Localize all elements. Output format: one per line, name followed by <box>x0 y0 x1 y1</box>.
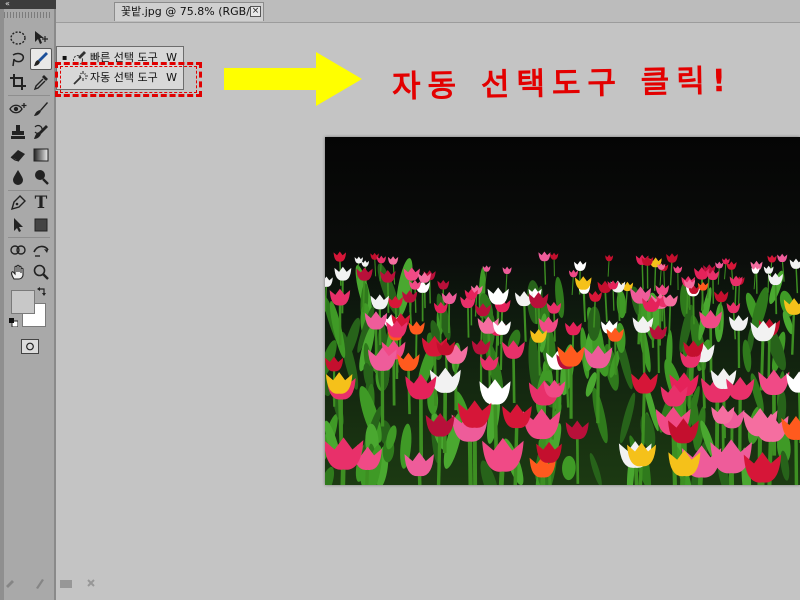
brush-icon[interactable] <box>30 98 52 120</box>
tools-panel-header[interactable]: « <box>0 0 56 9</box>
type-glyph: T <box>34 193 48 213</box>
document-tab[interactable]: 꽃밭.jpg @ 75.8% (RGB/8) × <box>114 2 264 21</box>
spot-healing-icon[interactable] <box>7 98 29 120</box>
3d-orbit-icon[interactable] <box>30 239 52 261</box>
faded-panel-icons <box>6 579 95 589</box>
blur-icon[interactable] <box>7 166 29 188</box>
flyout-item-shortcut: W <box>166 51 177 64</box>
foreground-color-swatch[interactable] <box>11 290 35 314</box>
document-tab-bar: 꽃밭.jpg @ 75.8% (RGB/8) × <box>56 0 800 23</box>
quick-selection-icon <box>73 51 86 65</box>
dodge-icon[interactable] <box>30 166 52 188</box>
yellow-arrow-icon <box>224 52 362 106</box>
annotation-callout-text: 자동 선택도구 클릭! <box>391 63 734 105</box>
gradient-icon[interactable] <box>30 144 52 166</box>
quick-selection-brush-icon[interactable] <box>30 48 52 70</box>
document-tab-title: 꽃밭.jpg @ 75.8% (RGB/8) <box>121 5 262 18</box>
move-icon[interactable] <box>30 27 52 49</box>
panel-edge <box>0 9 4 600</box>
magic-wand-icon <box>73 71 88 85</box>
flyout-item-label: 자동 선택 도구 <box>90 71 158 84</box>
tools-panel: « T <box>0 0 95 600</box>
history-brush-icon[interactable] <box>30 121 52 143</box>
canvas-image[interactable] <box>325 137 800 485</box>
swap-colors-icon[interactable] <box>37 287 47 297</box>
current-tool-bullet: ▪ <box>62 53 68 62</box>
3d-rotate-icon[interactable] <box>7 239 29 261</box>
hand-icon[interactable] <box>7 261 29 283</box>
tool-divider <box>8 190 50 191</box>
clone-stamp-icon[interactable] <box>7 121 29 143</box>
panel-edge-right <box>54 9 56 600</box>
quick-mask-icon[interactable] <box>21 339 39 354</box>
flyout-item-quick-selection[interactable]: ▪ 빠른 선택 도구 W <box>57 48 183 68</box>
flyout-item-magic-wand[interactable]: 자동 선택 도구 W <box>57 68 183 88</box>
tool-divider <box>8 95 50 96</box>
close-tab-button[interactable]: × <box>250 6 261 17</box>
tool-divider <box>8 237 50 238</box>
type-icon[interactable]: T <box>30 192 52 214</box>
panel-grip[interactable] <box>4 12 52 18</box>
eraser-icon[interactable] <box>7 144 29 166</box>
eyedropper-icon[interactable] <box>30 71 52 93</box>
rectangle-shape-icon[interactable] <box>30 214 52 236</box>
flyout-item-shortcut: W <box>166 71 177 84</box>
selection-tool-flyout: ▪ 빠른 선택 도구 W 자동 선택 도구 W <box>56 46 184 90</box>
lasso-icon[interactable] <box>7 49 29 71</box>
collapse-panel-icon[interactable]: « <box>5 0 10 10</box>
pen-icon[interactable] <box>7 192 29 214</box>
crop-icon[interactable] <box>7 71 29 93</box>
zoom-icon[interactable] <box>30 261 52 283</box>
default-colors-icon[interactable] <box>9 318 18 327</box>
flyout-item-label: 빠른 선택 도구 <box>90 51 158 64</box>
tulip-field-photo <box>325 137 800 485</box>
marquee-icon[interactable] <box>7 27 29 49</box>
path-selection-icon[interactable] <box>7 214 29 236</box>
